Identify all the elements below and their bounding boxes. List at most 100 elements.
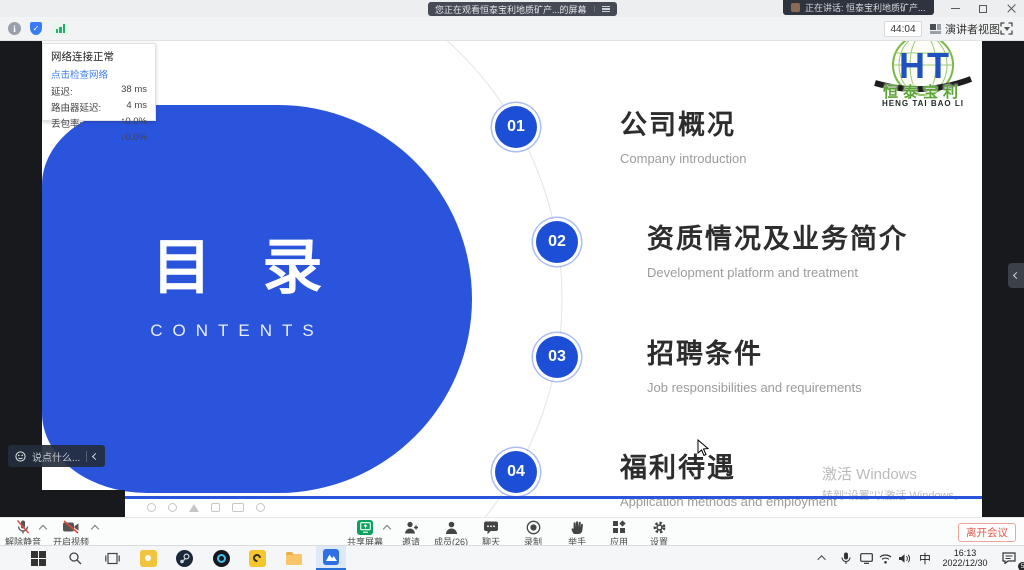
router-latency-value: 4 ms — [126, 100, 147, 114]
taskbar-search-button[interactable] — [61, 546, 89, 570]
close-button[interactable] — [1004, 2, 1018, 16]
meeting-topbar: i ✓ 44:04 演讲者视图 — [0, 17, 1024, 41]
network-status-popup: 网络连接正常 点击检查网络 延迟:38 ms 路由器延迟:4 ms 丢包率:↑0… — [42, 43, 156, 121]
meeting-app-icon — [323, 549, 339, 565]
raise-hand-button[interactable]: 举手 — [554, 519, 600, 548]
chat-input-placeholder[interactable]: 说点什么... — [32, 449, 80, 464]
toc-blue-shape: 目 录 CONTENTS — [42, 105, 472, 493]
side-panel-tab[interactable] — [1008, 263, 1024, 288]
chevron-left-icon — [1012, 272, 1019, 279]
leave-meeting-button[interactable]: 离开会议 — [958, 523, 1016, 542]
logo-english-name: HENG TAI BAO LI — [853, 99, 982, 108]
speaking-text: 正在讲话: 恒泰宝利地质矿产... — [805, 1, 926, 14]
gear-icon — [652, 519, 667, 535]
puzzle-app-icon — [140, 550, 157, 567]
window-titlebar: 您正在观看恒泰宝利地质矿产...的屏幕 正在讲话: 恒泰宝利地质矿产... — [0, 0, 1024, 17]
start-video-button[interactable]: 开启视频 — [48, 519, 94, 548]
toast-menu-icon[interactable] — [594, 6, 610, 13]
task-view-icon — [105, 552, 120, 565]
toc-item-subtitle: Company introduction — [620, 151, 746, 166]
ime-indicator[interactable]: 中 — [914, 546, 936, 570]
taskbar-app-disc[interactable] — [207, 546, 235, 570]
watching-screen-text: 您正在观看恒泰宝利地质矿产...的屏幕 — [435, 3, 587, 16]
slideshow-controls[interactable] — [147, 503, 265, 512]
toc-item-4: 福利待遇 Application methods and employment — [620, 446, 837, 509]
toc-item-subtitle: Development platform and treatment — [647, 265, 908, 280]
toc-item-title: 资质情况及业务简介 — [647, 217, 908, 256]
tray-date: 2022/12/30 — [942, 558, 987, 569]
tray-volume-icon[interactable] — [895, 546, 914, 570]
toc-item-3: 招聘条件 Job responsibilities and requiremen… — [647, 332, 862, 395]
toc-item-2: 资质情况及业务简介 Development platform and treat… — [647, 217, 908, 280]
toc-item-1: 公司概况 Company introduction — [620, 103, 746, 166]
toc-item-subtitle: Job responsibilities and requirements — [647, 380, 862, 395]
tray-wifi-icon[interactable] — [876, 546, 895, 570]
view-label: 演讲者视图 — [945, 21, 1000, 37]
folder-icon — [286, 554, 302, 565]
watermark-line2: 转到“设置”以激活 Windows。 — [822, 487, 965, 503]
record-button[interactable]: 录制 — [510, 519, 556, 548]
layout-view-icon — [930, 24, 941, 34]
settings-button[interactable]: 设置 — [636, 519, 682, 548]
smiley-icon — [15, 451, 26, 462]
packet-loss-up: ↑0.0% — [121, 116, 147, 130]
packet-loss-label: 丢包率: — [51, 116, 82, 130]
microphone-muted-icon — [15, 519, 31, 535]
start-button[interactable] — [24, 546, 52, 570]
tray-display-icon[interactable] — [856, 546, 876, 570]
network-status-text: 网络连接正常 — [51, 49, 147, 64]
toc-item-title: 福利待遇 — [620, 446, 837, 485]
system-tray: 中 16:13 2022/12/30 5 — [810, 546, 1024, 570]
taskbar-app-puzzle[interactable] — [134, 546, 162, 570]
taskbar-app-meeting-active[interactable] — [316, 546, 346, 570]
network-signal-icon[interactable] — [52, 22, 69, 35]
taskbar-app-steam[interactable] — [170, 546, 198, 570]
watermark-line1: 激活 Windows — [822, 463, 965, 484]
latency-label: 延迟: — [51, 84, 73, 98]
toc-item-title: 招聘条件 — [647, 332, 862, 371]
svg-text:H: H — [899, 45, 925, 86]
check-network-link[interactable]: 点击检查网络 — [51, 67, 147, 81]
toc-number-2: 02 — [536, 221, 578, 263]
notification-badge: 5 — [1018, 562, 1024, 570]
speaker-view-button[interactable]: 演讲者视图 — [930, 21, 1010, 37]
chevron-up-icon — [817, 555, 825, 563]
shared-screen-stage: 目 录 CONTENTS 01 02 03 04 公司概况 Company in… — [0, 41, 1024, 517]
unmute-button[interactable]: 解除静音 — [0, 519, 46, 548]
yellow-app-icon — [249, 550, 266, 567]
camera-off-icon — [62, 519, 80, 535]
tray-clock[interactable]: 16:13 2022/12/30 — [936, 546, 994, 570]
fullscreen-button[interactable] — [1000, 22, 1013, 40]
svg-text:T: T — [927, 45, 949, 86]
meeting-toolbar: 解除静音 开启视频 共享屏幕 邀请 成员(26) — [0, 517, 1024, 545]
raise-hand-icon — [570, 519, 584, 535]
share-screen-button[interactable]: 共享屏幕 — [342, 519, 388, 548]
toc-number-4: 04 — [495, 451, 537, 493]
chat-button[interactable]: 聊天 — [468, 519, 514, 548]
notification-icon — [1002, 552, 1016, 564]
packet-loss-down: ↓0.0% — [121, 132, 147, 143]
record-icon — [526, 519, 541, 535]
file-explorer-button[interactable] — [280, 546, 308, 570]
toc-title: 目 录 — [77, 219, 397, 306]
task-view-button[interactable] — [98, 546, 126, 570]
search-icon — [68, 551, 82, 565]
company-logo: H T 恒泰宝利 HENG TAI BAO LI — [853, 41, 982, 119]
divider — [86, 451, 87, 462]
security-shield-icon[interactable]: ✓ — [30, 22, 42, 35]
notification-center-button[interactable]: 5 — [994, 546, 1024, 570]
meeting-info-icon[interactable]: i — [8, 22, 21, 35]
tray-mic-icon[interactable] — [836, 546, 856, 570]
taskbar-app-yellow[interactable] — [243, 546, 271, 570]
watching-screen-toast[interactable]: 您正在观看恒泰宝利地质矿产...的屏幕 — [428, 2, 617, 16]
share-screen-icon — [357, 519, 373, 535]
toc-item-title: 公司概况 — [620, 103, 746, 142]
toc-subtitle: CONTENTS — [77, 321, 397, 341]
restore-button[interactable] — [976, 2, 990, 16]
quick-chat-pill[interactable]: 说点什么... — [8, 445, 105, 467]
window-controls — [948, 0, 1018, 17]
minimize-button[interactable] — [948, 2, 962, 16]
tray-expand-button[interactable] — [810, 546, 836, 570]
collapse-chat-icon[interactable] — [92, 452, 99, 459]
members-person-icon — [444, 519, 459, 535]
